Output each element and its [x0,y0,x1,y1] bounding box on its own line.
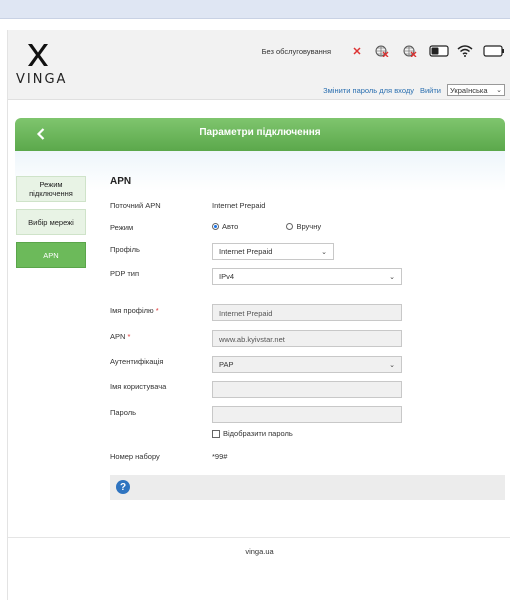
username-field[interactable] [212,381,402,398]
change-password-link[interactable]: Змінити пароль для входу [323,86,414,95]
password-field[interactable] [212,406,402,423]
dial-number-label: Номер набору [110,452,160,461]
show-password-label: Відобразити пароль [223,429,293,438]
help-icon[interactable]: ? [116,480,130,494]
section-title: APN [110,176,132,187]
language-select[interactable]: Українська ⌄ [447,84,505,96]
profile-label: Профіль [110,245,140,254]
profile-name-label: Імя профілю * [110,306,159,315]
pdp-type-label: PDP тип [110,269,140,278]
footer-text: vinga.ua [245,547,274,556]
chevron-down-icon: ⌄ [389,361,395,369]
chevron-down-icon: ⌄ [389,273,395,281]
header: VINGA Без обслуговування Змінити пароль … [8,30,510,100]
status-bar: Без обслуговування [262,42,505,60]
required-mark: * [155,306,159,315]
dial-number-value: *99# [212,452,228,461]
pdp-type-select[interactable]: IPv4 ⌄ [212,268,402,285]
browser-top-strip [0,0,510,19]
signal-off-icon [375,45,389,57]
apn-name-field[interactable]: www.ab.kyivstar.net [212,330,402,347]
apn-name-label-text: APN [110,332,126,341]
mode-auto-radio[interactable]: Авто [212,222,238,231]
password-label: Пароль [110,408,137,417]
language-value: Українська [450,85,488,95]
mode-label: Режим [110,223,134,232]
apn-name-label: APN * [110,332,130,341]
profile-select-value: Internet Prepaid [219,247,273,256]
network-status-text: Без обслуговування [261,46,331,56]
title-bar: Параметри підключення [15,118,505,151]
authentication-value: PAP [219,360,234,369]
settings-card: Параметри підключення Режим підключення … [15,118,505,518]
authentication-select[interactable]: PAP ⌄ [212,356,402,373]
mode-manual-radio[interactable]: Вручну [286,222,321,231]
vinga-logo-icon [28,44,48,66]
router-page: VINGA Без обслуговування Змінити пароль … [7,30,510,600]
authentication-label: Аутентифікація [110,357,164,366]
radio-selected-icon [212,223,219,230]
show-password-checkbox[interactable]: Відобразити пароль [212,429,293,438]
sidebar-item-connection-mode[interactable]: Режим підключення [16,176,86,202]
sidebar-item-label: Вибір мережі [28,217,74,227]
chevron-down-icon: ⌄ [496,87,502,94]
roaming-off-icon [403,45,417,57]
sidebar-item-label: APN [43,250,59,260]
page-title: Параметри підключення [199,127,321,138]
wifi-icon [457,45,473,57]
checkbox-unchecked-icon [212,429,220,438]
footer-divider [8,537,510,538]
chevron-down-icon: ⌄ [321,248,327,256]
logout-link[interactable]: Вийти [420,86,441,95]
required-mark: * [127,332,131,341]
sidebar-item-label: Режим підключення [29,180,73,198]
no-sim-icon [353,47,361,55]
battery-icon [483,45,505,57]
mode-auto-label: Авто [222,222,239,231]
sms-icon [429,45,449,57]
mode-radio-group: Авто Вручну [212,222,321,232]
pdp-type-value: IPv4 [219,272,235,281]
profile-select[interactable]: Internet Prepaid ⌄ [212,243,334,260]
sidebar-item-apn[interactable]: APN [16,242,86,268]
current-apn-value: Internet Prepaid [212,201,266,210]
profile-name-field[interactable]: Internet Prepaid [212,304,402,321]
brand-name: VINGA [16,72,68,87]
account-links: Змінити пароль для входу Вийти Українськ… [323,84,505,96]
current-apn-label: Поточний APN [110,201,161,210]
radio-unselected-icon [286,223,294,230]
mode-manual-label: Вручну [296,222,322,231]
sidebar-item-network-selection[interactable]: Вибір мережі [16,209,86,235]
help-bar: ? [110,475,505,500]
username-label: Імя користувача [110,382,167,391]
profile-name-label-text: Імя профілю [110,306,154,315]
